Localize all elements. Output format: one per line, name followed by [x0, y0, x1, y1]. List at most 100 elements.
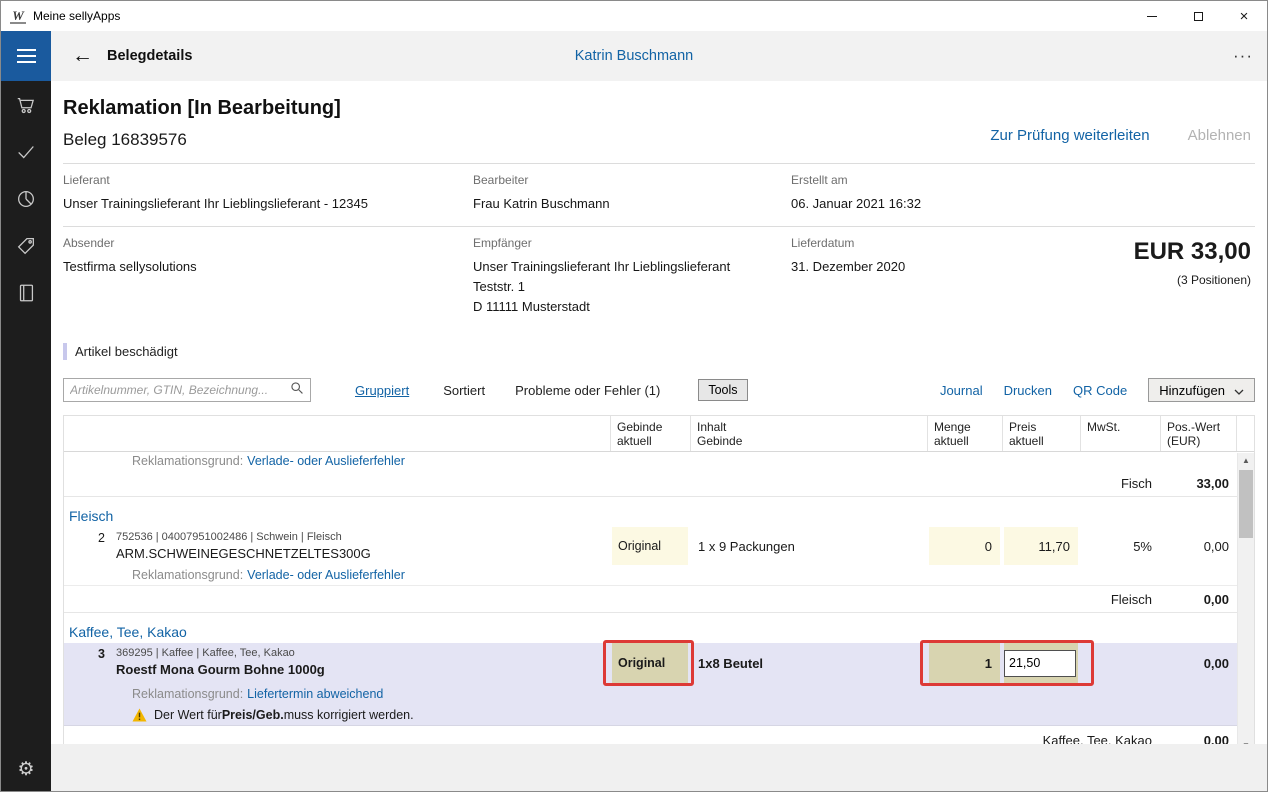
user-link[interactable]: Katrin Buschmann	[575, 48, 693, 64]
reason-row-item2: Reklamationsgrund: Verlade- oder Auslief…	[64, 565, 1237, 586]
search-icon[interactable]	[290, 381, 304, 400]
cell-gebinde[interactable]: Original	[610, 643, 690, 683]
page-title: Belegdetails	[107, 48, 192, 64]
chevron-down-icon	[1234, 383, 1244, 398]
pie-chart-icon[interactable]	[15, 188, 37, 210]
cell-pos-wert: 0,00	[1160, 527, 1237, 565]
pos-number: 3	[64, 643, 114, 683]
cell-pos-wert: 0,00	[1160, 643, 1237, 683]
settings-gear-icon[interactable]: ⚙	[17, 758, 34, 781]
tools-button[interactable]: Tools	[698, 379, 747, 401]
sorted-toggle[interactable]: Sortiert	[443, 383, 485, 398]
cell-inhalt: 1 x 9 Packungen	[690, 527, 927, 565]
col-mwst: MwSt.	[1080, 416, 1160, 451]
field-absender: Absender Testfirma sellysolutions	[63, 236, 473, 317]
group-header-kaffee: Kaffee, Tee, Kakao	[64, 619, 1237, 643]
print-link[interactable]: Drucken	[1004, 383, 1052, 398]
minimize-icon	[1147, 16, 1157, 17]
minimize-button[interactable]	[1129, 1, 1175, 31]
group-header-fleisch: Fleisch	[64, 503, 1237, 527]
toolbar-right: Journal Drucken QR Code Hinzufügen	[940, 378, 1255, 402]
cell-menge[interactable]: 1	[927, 643, 1002, 683]
cell-mwst: 5%	[1080, 527, 1160, 565]
group-footer-fisch: Fisch 33,00	[64, 470, 1237, 497]
scroll-up-arrow-icon[interactable]: ▲	[1238, 453, 1254, 469]
hamburger-icon	[17, 49, 36, 51]
maximize-button[interactable]	[1175, 1, 1221, 31]
problems-filter[interactable]: Probleme oder Fehler (1)	[515, 383, 660, 398]
vertical-scrollbar[interactable]: ▲ ▼	[1237, 453, 1254, 754]
maximize-icon	[1194, 12, 1203, 21]
catalog-icon[interactable]	[15, 282, 37, 304]
meta-row-2: Absender Testfirma sellysolutions Empfän…	[51, 227, 1267, 329]
field-bearbeiter: Bearbeiter Frau Katrin Buschmann	[473, 173, 791, 214]
window-title: Meine sellyApps	[33, 9, 120, 23]
col-pos-wert: Pos.-Wert (EUR)	[1160, 416, 1237, 451]
price-tag-icon[interactable]	[15, 235, 37, 257]
cell-menge[interactable]: 0	[927, 527, 1002, 565]
document-actions: Zur Prüfung weiterleiten Ablehnen	[990, 121, 1251, 150]
positions-table: Gebinde aktuell Inhalt Gebinde Menge akt…	[63, 415, 1255, 755]
preis-input[interactable]	[1004, 650, 1076, 677]
back-button[interactable]: ←	[72, 46, 93, 66]
tag-bar-icon	[63, 343, 67, 360]
grouped-toggle[interactable]: Gruppiert	[355, 383, 409, 398]
journal-link[interactable]: Journal	[940, 383, 983, 398]
search-box	[63, 378, 311, 402]
cell-inhalt: 1x8 Beutel	[690, 643, 927, 683]
col-menge-aktuell: Menge aktuell	[927, 416, 1002, 451]
ellipsis-icon: ···	[1233, 46, 1253, 65]
cell-gebinde[interactable]: Original	[610, 527, 690, 565]
main-content: Reklamation [In Bearbeitung] Beleg 16839…	[51, 81, 1267, 791]
back-arrow-icon: ←	[72, 44, 93, 67]
titlebar: W Meine sellyApps ×	[1, 1, 1267, 31]
field-empfaenger: Empfänger Unser Trainingslieferant Ihr L…	[473, 236, 791, 317]
checkmark-icon[interactable]	[15, 141, 37, 163]
total-amount: EUR 33,00	[1031, 238, 1251, 266]
more-options-button[interactable]: ···	[1233, 46, 1253, 66]
cell-preis[interactable]: 11,70	[1002, 527, 1080, 565]
document-number: Beleg 16839576	[63, 130, 341, 150]
sidebar: ⚙	[1, 81, 51, 791]
positions-toolbar: Gruppiert Sortiert Probleme oder Fehler …	[63, 377, 1255, 403]
col-inhalt-gebinde: Inhalt Gebinde	[690, 416, 927, 451]
menu-button[interactable]	[1, 31, 51, 81]
total-block: EUR 33,00 (3 Positionen)	[1031, 236, 1255, 317]
add-button[interactable]: Hinzufügen	[1148, 378, 1255, 402]
article-description: 752536 | 04007951002486 | Schwein | Flei…	[114, 527, 610, 565]
app-logo-icon: W	[10, 8, 26, 24]
col-preis-aktuell: Preis aktuell	[1002, 416, 1080, 451]
scrollbar-thumb[interactable]	[1239, 470, 1253, 538]
table-row-item3-selected[interactable]: 3 369295 | Kaffee | Kaffee, Tee, Kakao R…	[64, 643, 1237, 683]
total-positions: (3 Positionen)	[1031, 273, 1251, 287]
article-description: 369295 | Kaffee | Kaffee, Tee, Kakao Roe…	[114, 643, 610, 683]
table-row-item2[interactable]: 2 752536 | 04007951002486 | Schwein | Fl…	[64, 527, 1237, 565]
qr-code-link[interactable]: QR Code	[1073, 383, 1127, 398]
cell-mwst	[1080, 643, 1160, 683]
warning-triangle-icon	[132, 708, 147, 722]
pos-number: 2	[64, 527, 114, 565]
table-body: Reklamationsgrund: Verlade- oder Auslief…	[64, 453, 1237, 754]
reason-row-item1: Reklamationsgrund: Verlade- oder Auslief…	[64, 453, 1237, 470]
window-controls: ×	[1129, 1, 1267, 31]
bottom-strip	[51, 744, 1267, 791]
cell-preis	[1002, 643, 1080, 683]
document-title: Reklamation [In Bearbeitung]	[63, 97, 341, 120]
damage-tag: Artikel beschädigt	[63, 343, 1255, 360]
reject-button[interactable]: Ablehnen	[1188, 127, 1251, 144]
group-footer-fleisch: Fleisch 0,00	[64, 586, 1237, 613]
search-input[interactable]	[70, 383, 290, 397]
app-window: W Meine sellyApps × ← Belegdetails Katri…	[0, 0, 1268, 792]
forward-for-review-button[interactable]: Zur Prüfung weiterleiten	[990, 127, 1149, 144]
meta-row-1: Lieferant Unser Trainingslieferant Ihr L…	[51, 164, 1267, 226]
field-lieferant: Lieferant Unser Trainingslieferant Ihr L…	[63, 173, 473, 214]
close-icon: ×	[1240, 9, 1249, 24]
table-header: Gebinde aktuell Inhalt Gebinde Menge akt…	[64, 416, 1254, 452]
col-gebinde-aktuell: Gebinde aktuell	[610, 416, 690, 451]
reason-row-item3: Reklamationsgrund: Liefertermin abweiche…	[64, 683, 1237, 704]
field-erstellt-am: Erstellt am 06. Januar 2021 16:32	[791, 173, 1255, 214]
close-button[interactable]: ×	[1221, 1, 1267, 31]
cart-icon[interactable]	[15, 94, 37, 116]
document-header: Reklamation [In Bearbeitung] Beleg 16839…	[51, 81, 1267, 150]
field-lieferdatum: Lieferdatum 31. Dezember 2020	[791, 236, 1031, 317]
